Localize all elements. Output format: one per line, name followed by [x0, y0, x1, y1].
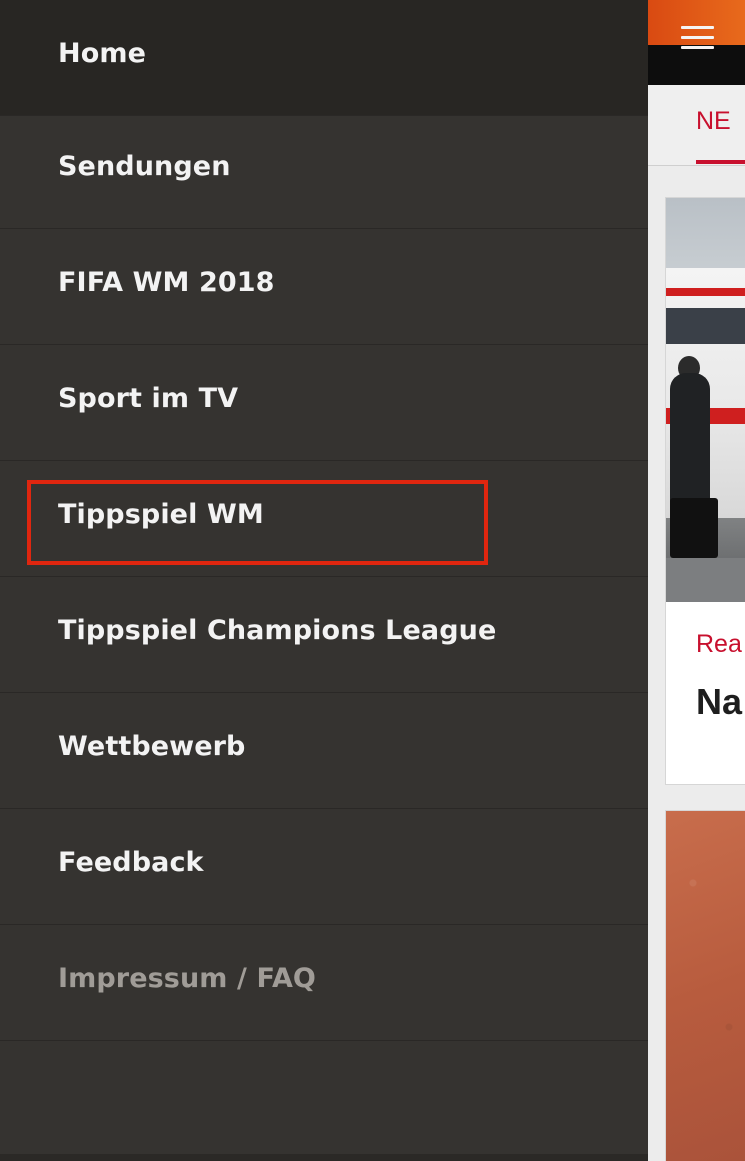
menu-item-label: Home: [58, 38, 146, 69]
menu-item-tippspiel-wm[interactable]: Tippspiel WM: [0, 461, 648, 577]
background-app: NE Rea Na: [648, 0, 745, 1161]
menu-item-feedback[interactable]: Feedback: [0, 809, 648, 925]
menu-item-label: FIFA WM 2018: [58, 267, 275, 298]
menu-item-label: Sendungen: [58, 151, 231, 182]
screen: NE Rea Na Home Sendungen FIFA WM 2018 Sp…: [0, 0, 745, 1161]
menu-item-label: Wettbewerb: [58, 731, 246, 762]
news-card[interactable]: Rea Na: [665, 197, 745, 785]
menu-hamburger-icon[interactable]: [681, 26, 714, 50]
news-card-image: [666, 198, 745, 602]
news-card[interactable]: [665, 810, 745, 1161]
tab-news[interactable]: NE: [696, 107, 731, 136]
menu-item-label: Sport im TV: [58, 383, 239, 414]
menu-item-home[interactable]: Home: [0, 0, 648, 116]
news-card-kicker: Rea: [696, 630, 742, 658]
menu-item-wettbewerb[interactable]: Wettbewerb: [0, 693, 648, 809]
app-subbar: [648, 45, 745, 85]
menu-item-label: Impressum / FAQ: [58, 963, 316, 994]
news-card-image: [666, 811, 745, 1161]
drawer-divider: [0, 1154, 648, 1161]
tab-active-indicator: [696, 160, 745, 164]
menu-item-fifa-wm-2018[interactable]: FIFA WM 2018: [0, 229, 648, 345]
menu-item-sport-im-tv[interactable]: Sport im TV: [0, 345, 648, 461]
menu-item-sendungen[interactable]: Sendungen: [0, 113, 648, 229]
menu-item-label: Tippspiel WM: [58, 499, 264, 530]
menu-item-impressum-faq[interactable]: Impressum / FAQ: [0, 925, 648, 1041]
suitcase-image: [670, 498, 718, 558]
app-tabs: NE: [648, 85, 745, 166]
menu-item-label: Feedback: [58, 847, 204, 878]
menu-item-tippspiel-champions-league[interactable]: Tippspiel Champions League: [0, 577, 648, 693]
navigation-drawer: Home Sendungen FIFA WM 2018 Sport im TV …: [0, 0, 648, 1161]
news-card-headline: Na: [696, 681, 743, 722]
menu-item-label: Tippspiel Champions League: [58, 615, 497, 646]
